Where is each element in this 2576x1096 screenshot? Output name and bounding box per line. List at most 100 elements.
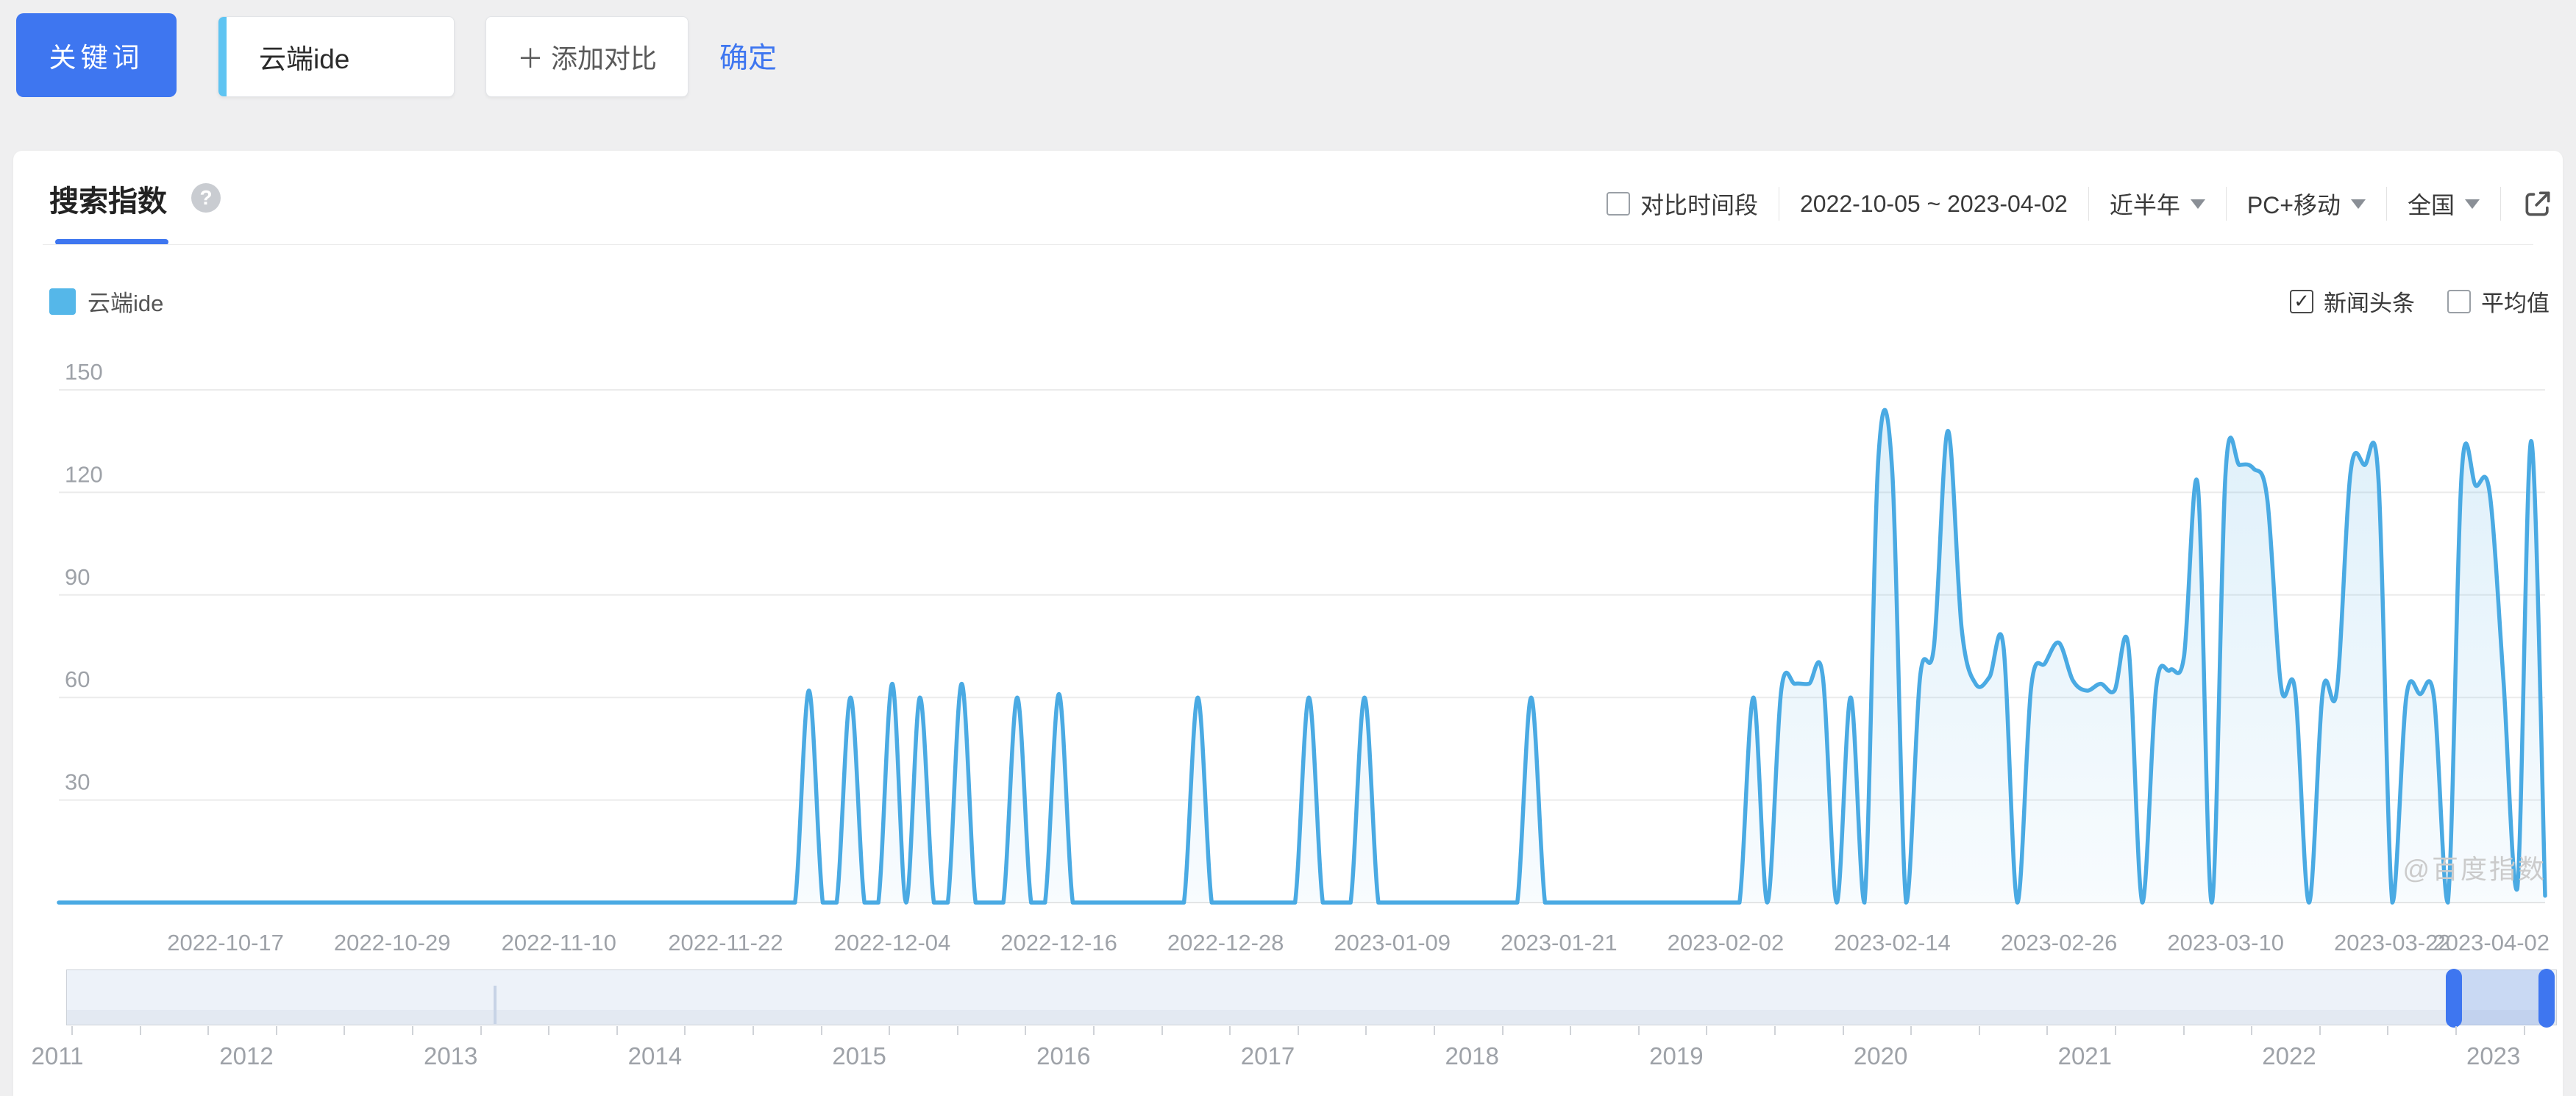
chart-controls: 对比时间段 2022-10-05 ~ 2023-04-02 近半年 PC+移动 … [1607, 180, 2554, 227]
timeline-year-label: 2011 [32, 1042, 84, 1070]
news-headlines-toggle[interactable]: ✓ 新闻头条 [2290, 285, 2415, 318]
timeline-tick [1229, 1026, 1231, 1035]
timeline-tick [1025, 1026, 1026, 1035]
compare-period-checkbox[interactable] [1607, 192, 1630, 216]
timeline-tick [1365, 1026, 1367, 1035]
timeline-tick [140, 1026, 141, 1035]
device-dropdown[interactable]: PC+移动 [2247, 187, 2366, 221]
keyword-input-box[interactable] [218, 16, 455, 97]
header-divider [43, 244, 2533, 245]
timeline-year-label: 2012 [219, 1042, 273, 1070]
timeline-tick [889, 1026, 890, 1035]
legend-row: 云端ide ✓ 新闻头条 平均值 [13, 285, 2563, 321]
series-legend[interactable]: 云端ide [49, 285, 163, 318]
timeline-tick [1706, 1026, 1707, 1035]
timeline-selection[interactable] [2454, 969, 2547, 1025]
compare-period-label: 对比时间段 [1640, 187, 1758, 221]
tab-search-index[interactable]: 搜索指数 [49, 177, 167, 220]
average-toggle[interactable]: 平均值 [2447, 285, 2550, 318]
timeline-ticks [66, 1026, 2557, 1036]
timeline-tick [1298, 1026, 1299, 1035]
divider [2226, 187, 2227, 221]
timeline-tick [2387, 1026, 2388, 1035]
series-swatch-icon [49, 288, 76, 315]
confirm-link[interactable]: 确定 [719, 35, 777, 76]
x-tick-label: 2023-01-21 [1501, 930, 1618, 956]
timeline-tick [2115, 1026, 2116, 1035]
x-tick-label: 2023-02-26 [2001, 930, 2118, 956]
timeline-tick [1843, 1026, 1844, 1035]
timeline-year-label: 2022 [2262, 1042, 2316, 1070]
timeline-tick [2319, 1026, 2321, 1035]
timeline-tick [480, 1026, 482, 1035]
y-tick-label: 90 [65, 564, 90, 590]
timeline-tick [752, 1026, 754, 1035]
timeline-tick [821, 1026, 822, 1035]
timeline-year-label: 2016 [1036, 1042, 1090, 1070]
help-icon[interactable]: ? [191, 183, 221, 213]
timeline-year-label: 2014 [628, 1042, 682, 1070]
x-tick-label: 2023-03-10 [2167, 930, 2284, 956]
divider [2386, 187, 2387, 221]
device-dropdown-label: PC+移动 [2247, 187, 2341, 221]
timeline-tick [684, 1026, 686, 1035]
timeline-tick [2183, 1026, 2185, 1035]
region-dropdown[interactable]: 全国 [2408, 187, 2480, 221]
average-label: 平均值 [2481, 285, 2550, 318]
x-tick-label: 2022-10-17 [167, 930, 284, 956]
timeline-tick [1638, 1026, 1640, 1035]
timeline-year-label: 2019 [1649, 1042, 1703, 1070]
timeline-tick [2524, 1026, 2525, 1035]
timeline-tick [2251, 1026, 2252, 1035]
baidu-index-page: { "colors": { "accent": "#3E76F0", "line… [0, 0, 2576, 1096]
search-index-card: 搜索指数 ? 对比时间段 2022-10-05 ~ 2023-04-02 近半年… [13, 151, 2563, 1096]
timeline-year-label: 2021 [2058, 1042, 2112, 1070]
timeline-year-label: 2023 [2466, 1042, 2520, 1070]
timeline-tick [616, 1026, 618, 1035]
keyword-accent-bar-icon [218, 17, 227, 96]
keyword-toolbar: 关键词 ＋ 添加对比 确定 [0, 0, 2576, 147]
x-tick-label: 2022-12-16 [1000, 930, 1117, 956]
timeline-slider[interactable] [66, 969, 2557, 1025]
average-checkbox[interactable] [2447, 290, 2471, 313]
news-headlines-checkbox[interactable]: ✓ [2290, 290, 2313, 313]
keyword-button[interactable]: 关键词 [16, 13, 177, 97]
search-index-chart: 3060901201502022-10-172022-10-292022-11-… [13, 338, 2563, 967]
region-dropdown-label: 全国 [2408, 187, 2455, 221]
timeline-tick [1570, 1026, 1571, 1035]
timeline-tick [207, 1026, 209, 1035]
timeline-left-handle[interactable] [2446, 969, 2462, 1028]
timeline-tick [276, 1026, 277, 1035]
series-legend-label: 云端ide [88, 285, 163, 318]
timeline-tick [1979, 1026, 1980, 1035]
chevron-down-icon [2465, 199, 2480, 209]
timeline-right-handle[interactable] [2538, 969, 2555, 1028]
timeline-tick [344, 1026, 345, 1035]
timeline-tick [71, 1026, 73, 1035]
legend-toggles: ✓ 新闻头条 平均值 [2290, 285, 2550, 318]
timeline-tick [1910, 1026, 1912, 1035]
chevron-down-icon [2351, 199, 2366, 209]
divider [2088, 187, 2089, 221]
external-link-icon[interactable] [2522, 188, 2554, 220]
timeline-year-label: 2018 [1445, 1042, 1498, 1070]
timeline-tick [1774, 1026, 1776, 1035]
timeline-tick [412, 1026, 413, 1035]
x-tick-label: 2022-12-28 [1167, 930, 1284, 956]
timeline-tick [1502, 1026, 1504, 1035]
keyword-input[interactable] [227, 17, 454, 96]
timeline-tick [957, 1026, 958, 1035]
timeline-year-label: 2015 [832, 1042, 886, 1070]
y-tick-label: 150 [65, 359, 103, 385]
date-range[interactable]: 2022-10-05 ~ 2023-04-02 [1800, 191, 2068, 218]
add-compare-button[interactable]: ＋ 添加对比 [485, 16, 689, 97]
x-tick-label: 2023-01-09 [1334, 930, 1451, 956]
period-dropdown[interactable]: 近半年 [2110, 187, 2205, 221]
period-dropdown-label: 近半年 [2110, 187, 2180, 221]
x-tick-label: 2022-12-04 [834, 930, 951, 956]
timeline-tick [1161, 1026, 1163, 1035]
compare-period-toggle[interactable]: 对比时间段 [1607, 187, 1758, 221]
x-tick-label: 2022-10-29 [334, 930, 451, 956]
x-tick-label: 2023-04-02 [2433, 930, 2550, 956]
timeline-tick [548, 1026, 549, 1035]
